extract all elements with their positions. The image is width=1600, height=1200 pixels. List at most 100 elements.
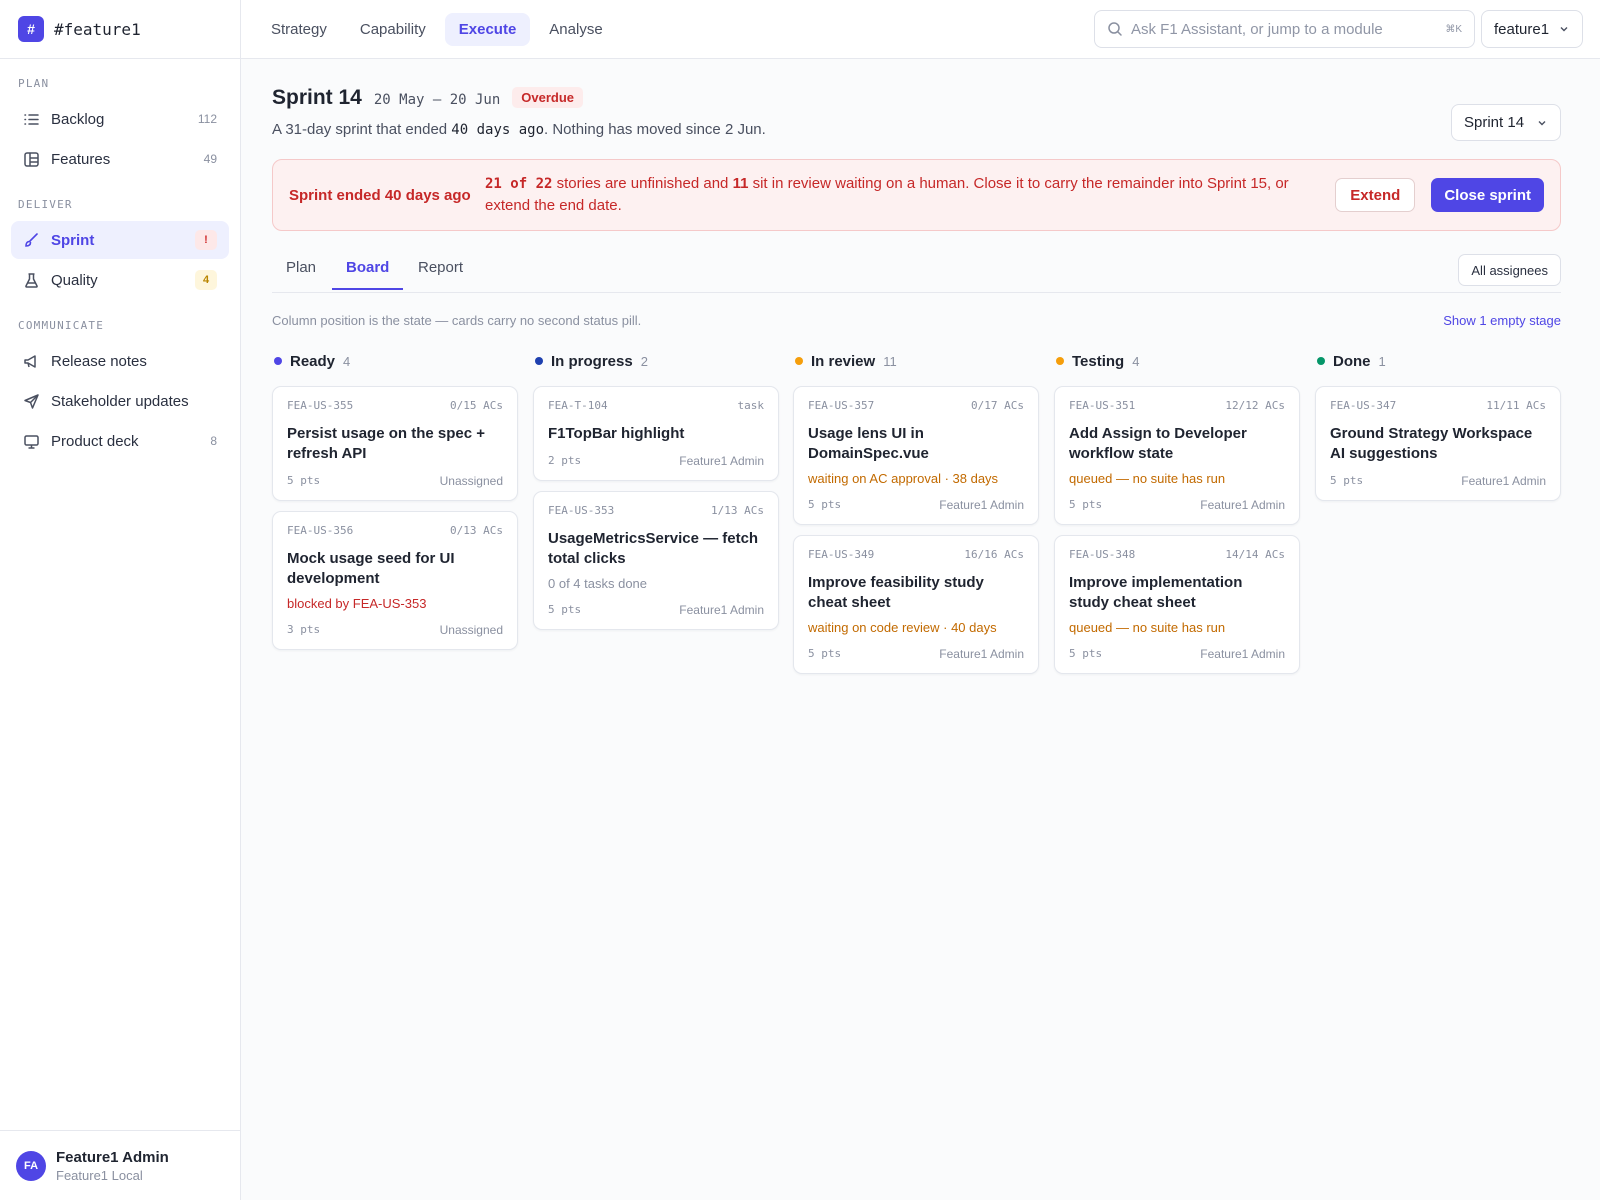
card-points: 5 pts [808,498,842,511]
sidebar-item-label: Sprint [51,231,95,249]
tab-execute[interactable]: Execute [444,12,531,46]
story-card[interactable]: FEA-US-355 0/15 ACs Persist usage on the s… [272,386,518,501]
sidebar-item-release-notes[interactable]: Release notes [11,342,229,380]
story-card[interactable]: FEA-T-104 task F1TopBar highlight 2 pts Feat… [533,386,779,481]
tab-strategy[interactable]: Strategy [257,13,341,46]
show-empty-stage-link[interactable]: Show 1 empty stage [1443,313,1561,328]
card-points: 2 pts [548,454,582,467]
board-column-testing: Testing 4 FEA-US-351 12/12 ACs Add Assign to… [1054,346,1300,674]
story-card[interactable]: FEA-US-356 0/13 ACs Mock usage seed for UI… [272,511,518,650]
send-icon [23,393,40,410]
assignee-filter[interactable]: All assignees [1458,254,1561,286]
card-id: FEA-US-349 [808,548,875,561]
card-ac-count: task [737,399,765,412]
view-tabs: Plan Board Report All assignees [272,249,1561,293]
sidebar-item-product-deck[interactable]: Product deck 8 [11,422,229,460]
main-content: Sprint 14 20 May – 20 Jun Overdue A 31-d… [272,59,1561,674]
card-ac-count: 0/15 ACs [450,399,503,412]
card-id: FEA-US-347 [1330,399,1397,412]
column-header: Ready 4 [272,346,518,376]
user-profile[interactable]: FA Feature1 Admin Feature1 Local [0,1130,240,1200]
top-bar: StrategyCapabilityExecuteAnalyse ⌘K feat… [241,0,1600,59]
item-count: 8 [210,434,217,448]
card-assignee: Feature1 Admin [1461,474,1546,488]
sidebar-item-label: Stakeholder updates [51,392,189,410]
card-assignee: Feature1 Admin [1200,647,1285,661]
card-id: FEA-US-357 [808,399,875,412]
card-title: Improve implementation study cheat sheet [1069,574,1243,611]
tab-board[interactable]: Board [332,259,404,290]
card-header: FEA-US-357 0/17 ACs [808,399,1024,412]
card-id: FEA-US-351 [1069,399,1136,412]
story-card[interactable]: FEA-US-349 16/16 ACs Improve feasibility s… [793,535,1039,674]
story-card[interactable]: FEA-US-351 12/12 ACs Add Assign to Develop… [1054,386,1300,525]
status-dot [1056,357,1064,365]
avatar: FA [16,1150,46,1181]
tab-capability[interactable]: Capability [346,13,440,46]
column-count: 11 [883,353,897,369]
sidebar-item-label: Quality [51,271,98,289]
sprint-select[interactable]: Sprint 14 [1451,104,1561,141]
card-points: 5 pts [548,603,582,616]
card-points: 5 pts [808,647,842,660]
sidebar-item-features[interactable]: Features 49 [11,140,229,178]
story-card[interactable]: FEA-US-348 14/14 ACs Improve implementatio… [1054,535,1300,674]
sprint-select-label: Sprint 14 [1464,114,1525,131]
item-count: 112 [197,112,217,126]
brand-badge: # [18,16,44,42]
card-id: FEA-US-356 [287,524,354,537]
card-header: FEA-US-353 1/13 ACs [548,504,764,517]
sidebar-item-quality[interactable]: Quality 4 [11,261,229,299]
column-count: 4 [1132,353,1140,369]
card-footer: 5 pts Feature1 Admin [1069,498,1285,512]
board-hint: Column position is the state — cards car… [272,313,642,328]
column-name: In review [811,352,876,370]
column-header: Testing 4 [1054,346,1300,376]
column-name: In progress [551,352,633,370]
extend-button[interactable]: Extend [1335,178,1416,212]
brand[interactable]: # #feature1 [0,0,240,59]
card-points: 5 pts [287,474,321,487]
story-card[interactable]: FEA-US-347 11/11 ACs Ground Strategy Works… [1315,386,1561,501]
brand-name: #feature1 [54,19,141,39]
sidebar-item-backlog[interactable]: Backlog 112 [11,100,229,138]
sidebar-item-label: Release notes [51,352,147,370]
search-input[interactable] [1131,20,1438,38]
card-footer: 5 pts Feature1 Admin [808,498,1024,512]
tab-report[interactable]: Report [418,259,463,288]
column-name: Ready [290,352,336,370]
board-column-done: Done 1 FEA-US-347 11/11 ACs Ground Strategy … [1315,346,1561,501]
card-footer: 2 pts Feature1 Admin [548,454,764,468]
alert-text-1: stories are unfinished and [552,175,733,192]
monitor-icon [23,433,40,450]
story-card[interactable]: FEA-US-357 0/17 ACs Usage lens UI in Domai… [793,386,1039,525]
search-box[interactable]: ⌘K [1094,10,1475,48]
overdue-alert: Sprint ended 40 days ago 21 of 22 storie… [272,159,1561,231]
sidebar-item-label: Features [51,150,111,168]
card-header: FEA-US-356 0/13 ACs [287,524,503,537]
summary-prefix: A 31-day sprint that ended [272,121,452,138]
card-id: FEA-US-355 [287,399,354,412]
close-sprint-button[interactable]: Close sprint [1431,178,1544,212]
story-card[interactable]: FEA-US-353 1/13 ACs UsageMetricsService — … [533,491,779,630]
card-header: FEA-US-351 12/12 ACs [1069,399,1285,412]
workspace-select[interactable]: feature1 [1481,10,1583,48]
alert-unfinished-count: 21 of 22 [485,176,553,192]
card-footer: 3 pts Unassigned [287,623,503,637]
card-footer: 5 pts Feature1 Admin [1069,647,1285,661]
nav-heading: DELIVER [18,198,73,211]
sidebar-item-label: Backlog [51,110,105,128]
card-assignee: Feature1 Admin [939,647,1024,661]
tab-plan[interactable]: Plan [286,259,316,288]
count-badge: 4 [195,270,217,290]
column-header: In progress 2 [533,346,779,376]
card-points: 5 pts [1330,474,1364,487]
nav-heading: COMMUNICATE [18,319,105,332]
tab-analyse[interactable]: Analyse [535,13,616,46]
card-points: 3 pts [287,623,321,636]
card-id: FEA-US-348 [1069,548,1136,561]
card-title: Persist usage on the spec + refresh API [287,425,485,462]
card-footer: 5 pts Feature1 Admin [1330,474,1546,488]
sidebar-item-sprint[interactable]: Sprint! [11,221,229,259]
sidebar-item-stakeholder-updates[interactable]: Stakeholder updates [11,382,229,420]
